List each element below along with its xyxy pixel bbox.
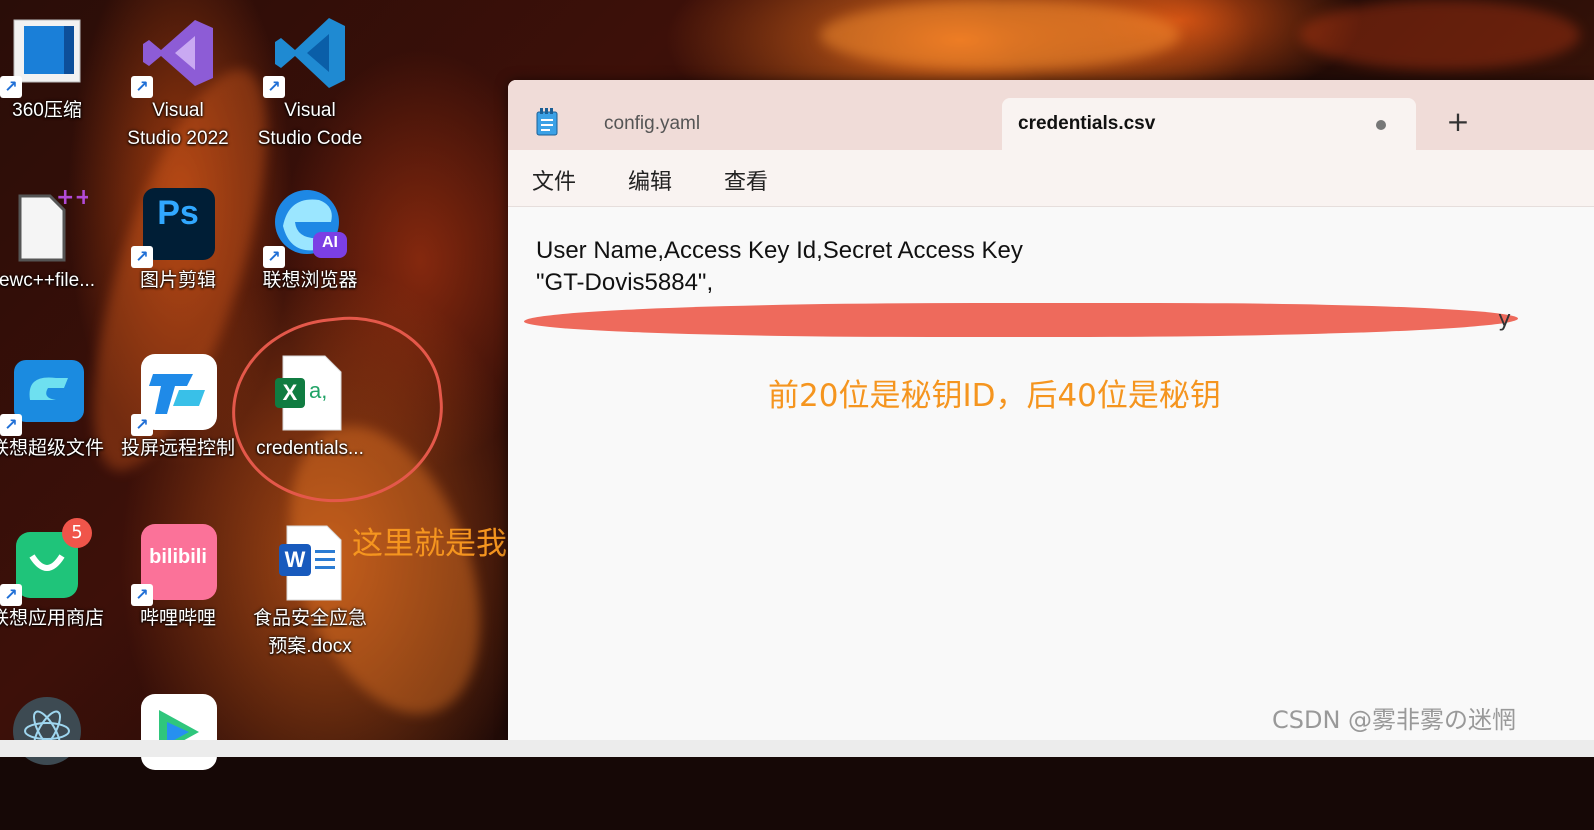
- visual-studio-icon: ↗: [131, 12, 219, 98]
- shortcut-arrow-icon: ↗: [131, 246, 153, 268]
- desktop-icon-label: 哔哩哔哩: [139, 608, 216, 629]
- desktop-icon-label: 投屏远程控制: [120, 438, 235, 459]
- file-icon: ++: [6, 182, 93, 264]
- notepad-icon: [536, 108, 558, 136]
- desktop-icon-label: 联想浏览器: [262, 270, 358, 291]
- vscode-icon: ↗: [263, 12, 351, 98]
- notification-badge: 5: [62, 518, 92, 548]
- desktop-icon-ewc-file[interactable]: ++ ewc++file...: [0, 172, 112, 322]
- desktop-icon-photo-edit[interactable]: Ps ↗ 图片剪辑: [113, 172, 243, 322]
- archive-icon: ↗: [0, 12, 88, 98]
- desktop-icon-app-store[interactable]: 5 ↗ 联想应用商店: [0, 510, 112, 660]
- desktop-icon-super-file[interactable]: ↗ 联想超级文件: [0, 340, 112, 490]
- shortcut-arrow-icon: ↗: [0, 414, 22, 436]
- word-glyph: W: [284, 547, 306, 572]
- redacted-line-tail: y: [1498, 307, 1512, 332]
- app-store-icon: 5 ↗: [0, 518, 92, 606]
- menu-view[interactable]: 查看: [724, 164, 768, 196]
- bilibili-icon: bilibili ↗: [131, 520, 219, 606]
- menu-file[interactable]: 文件: [532, 164, 576, 196]
- desktop-icon-remote-control[interactable]: ↗ 投屏远程控制: [113, 340, 243, 490]
- ai-glyph: AI: [322, 234, 338, 251]
- text-editor[interactable]: User Name,Access Key Id,Secret Access Ke…: [508, 207, 1594, 740]
- desktop-icon-bilibili[interactable]: bilibili ↗ 哔哩哔哩: [113, 510, 243, 660]
- svg-text:++: ++: [56, 185, 88, 210]
- video-player-icon: [137, 690, 219, 772]
- desktop-icon-360-zip[interactable]: ↗ 360压缩: [0, 2, 112, 152]
- shortcut-arrow-icon: ↗: [131, 414, 153, 436]
- bilibili-glyph: bilibili: [149, 546, 207, 568]
- desktop-icon-label: Visual Studio 2022: [127, 100, 229, 149]
- shortcut-arrow-icon: ↗: [263, 246, 285, 268]
- shortcut-arrow-icon: ↗: [131, 76, 153, 98]
- text-line-header: User Name,Access Key Id,Secret Access Ke…: [536, 237, 1023, 264]
- desktop-icon-label: 食品安全应急 预案.docx: [252, 608, 367, 657]
- text-line-username: "GT-Dovis5884",: [536, 269, 714, 296]
- unsaved-dot-icon[interactable]: [1376, 120, 1386, 130]
- notepad-window[interactable]: config.yaml credentials.csv + 文件 编辑 查看 U…: [508, 80, 1594, 740]
- watermark: CSDN @雾非雾の迷惘: [1272, 706, 1517, 734]
- tab-label: credentials.csv: [1018, 113, 1156, 134]
- window-annotation-text: 前20位是秘钥ID，后40位是秘钥: [768, 378, 1221, 414]
- shortcut-arrow-icon: ↗: [0, 584, 22, 606]
- new-tab-button[interactable]: +: [1446, 108, 1470, 136]
- tab-config-yaml[interactable]: config.yaml: [578, 98, 998, 150]
- photoshop-icon: Ps ↗: [131, 182, 219, 268]
- word-icon: W: [269, 520, 351, 602]
- wallpaper-flame: [1300, 0, 1580, 70]
- super-file-icon: ↗: [0, 350, 88, 436]
- photoshop-glyph: Ps: [157, 194, 199, 232]
- tab-label: config.yaml: [604, 113, 701, 134]
- desktop-icon-label: 图片剪辑: [139, 270, 216, 291]
- tab-credentials-csv[interactable]: credentials.csv: [1002, 98, 1416, 150]
- browser-icon: AI ↗: [263, 182, 351, 268]
- desktop-icon-visual-studio-2022[interactable]: ↗ Visual Studio 2022: [113, 2, 243, 152]
- desktop-icon-label: Visual Studio Code: [257, 100, 363, 149]
- bottom-strip: [0, 740, 1594, 757]
- redaction-mark: [524, 303, 1518, 337]
- menu-bar: 文件 编辑 查看: [508, 150, 1594, 207]
- remote-control-icon: ↗: [131, 350, 219, 436]
- shortcut-arrow-icon: ↗: [263, 76, 285, 98]
- atom-icon: [6, 690, 88, 772]
- desktop-icon-vscode[interactable]: ↗ Visual Studio Code: [245, 2, 375, 152]
- shortcut-arrow-icon: ↗: [0, 76, 22, 98]
- shortcut-arrow-icon: ↗: [131, 584, 153, 606]
- menu-edit[interactable]: 编辑: [628, 164, 672, 196]
- wallpaper-flame: [820, 0, 1180, 70]
- title-bar[interactable]: config.yaml credentials.csv +: [508, 80, 1594, 150]
- desktop-icon-lenovo-browser[interactable]: AI ↗ 联想浏览器: [245, 172, 375, 322]
